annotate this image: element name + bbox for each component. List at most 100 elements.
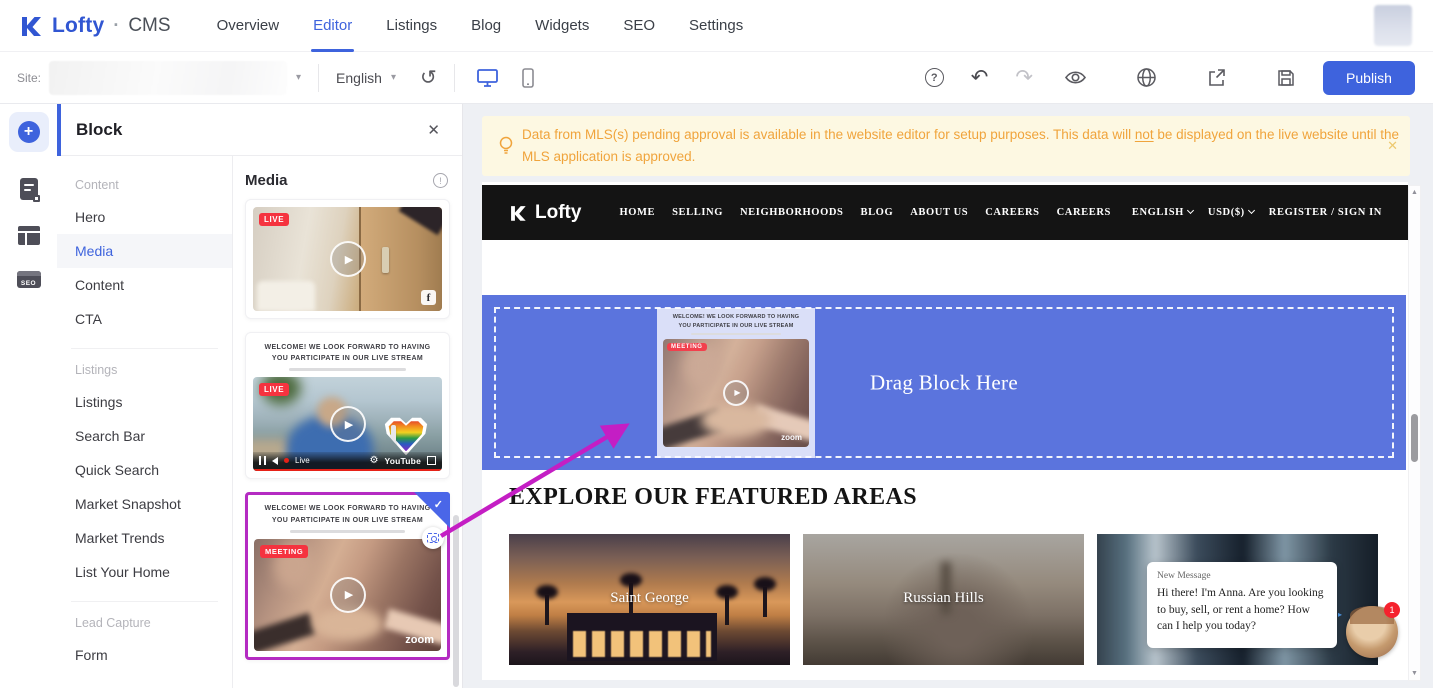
scrollbar-thumb[interactable]: [1411, 414, 1418, 462]
mobile-view-icon[interactable]: [521, 67, 535, 89]
media-list-title: Media: [245, 172, 288, 189]
block-item-market-trends[interactable]: Market Trends: [57, 521, 232, 555]
block-item-form[interactable]: Form: [57, 638, 232, 672]
preview-menu: HOME SELLING NEIGHBORHOODS BLOG ABOUT US…: [619, 207, 1111, 218]
redo-icon[interactable]: ↷: [1015, 65, 1033, 90]
play-icon: ▶: [330, 577, 366, 613]
pages-icon[interactable]: [17, 178, 41, 200]
tab-seo[interactable]: SEO: [623, 0, 655, 52]
thumbnail-image: LIVE ▶ f: [253, 207, 442, 311]
add-block-button[interactable]: +: [9, 112, 49, 152]
scroll-down-icon[interactable]: ▼: [1409, 670, 1420, 677]
close-icon[interactable]: ✕: [427, 121, 440, 139]
preview-language-selector[interactable]: ENGLISH: [1132, 207, 1193, 218]
preview-nav-right: ENGLISH USD($) REGISTER / SIGN IN: [1132, 207, 1382, 218]
lofty-logo-icon: [18, 13, 44, 39]
preview-scrollbar[interactable]: ▲ ▼: [1408, 185, 1421, 681]
seo-tool-icon[interactable]: SEO: [17, 271, 41, 288]
live-badge: LIVE: [259, 383, 289, 396]
block-item-media[interactable]: Media: [57, 234, 232, 268]
area-card-russian-hills[interactable]: Russian Hills: [803, 534, 1084, 665]
divider: [318, 64, 319, 92]
thumbnail-subtext-blurred: [290, 530, 406, 533]
meeting-badge: MEETING: [260, 545, 308, 558]
menu-blog[interactable]: BLOG: [860, 207, 893, 218]
menu-neighborhoods[interactable]: NEIGHBORHOODS: [740, 207, 843, 218]
thumbnail-headline: WELCOME! WE LOOK FORWARD TO HAVING YOU P…: [254, 501, 441, 525]
section-label-lead-capture: Lead Capture: [57, 606, 232, 638]
selected-corner: [414, 492, 450, 528]
desktop-view-icon[interactable]: [476, 67, 499, 88]
tab-settings[interactable]: Settings: [689, 0, 743, 52]
banner-text: Data from MLS(s) pending approval is ava…: [522, 124, 1402, 169]
chat-pointer-icon: ▸: [1338, 610, 1342, 619]
layout-template-icon[interactable]: [17, 226, 41, 245]
block-item-list-your-home[interactable]: List Your Home: [57, 555, 232, 589]
pause-icon[interactable]: [259, 456, 266, 465]
language-selector[interactable]: English: [336, 70, 382, 86]
media-list-scrollbar[interactable]: [453, 515, 459, 687]
featured-areas-heading: EXPLORE OUR FEATURED AREAS: [509, 484, 917, 511]
website-preview: Lofty HOME SELLING NEIGHBORHOODS BLOG AB…: [482, 182, 1408, 680]
preview-eye-icon[interactable]: [1064, 69, 1087, 86]
chevron-down-icon[interactable]: ▾: [296, 72, 301, 83]
toolbar-right-group: ? ↶ ↷ Publish: [925, 61, 1433, 95]
drag-block-dropzone[interactable]: Drag Block Here WELCOME! WE LOOK FORWARD…: [482, 295, 1406, 470]
fullscreen-icon[interactable]: [427, 456, 436, 465]
media-thumbnail-facebook-live[interactable]: LIVE ▶ f: [245, 199, 450, 319]
history-icon[interactable]: ↺: [420, 68, 437, 88]
editor-toolbar: Site: ▾ English ▾ ↺ ? ↶ ↷: [0, 52, 1433, 104]
media-block-list: Media ! LIVE ▶ f WELCOME! WE LOOK FORWAR…: [233, 156, 462, 688]
site-selector-blurred[interactable]: [49, 61, 287, 95]
scroll-up-icon[interactable]: ▲: [1409, 189, 1420, 196]
block-category-list: Content Hero Media Content CTA Listings …: [57, 156, 233, 688]
info-icon[interactable]: !: [433, 173, 448, 188]
tab-blog[interactable]: Blog: [471, 0, 501, 52]
block-item-quick-search[interactable]: Quick Search: [57, 453, 232, 487]
check-icon: ✓: [434, 498, 443, 511]
volume-icon[interactable]: [272, 457, 278, 465]
gear-icon[interactable]: ⚙: [370, 456, 379, 466]
divider: [454, 64, 455, 92]
block-item-cta[interactable]: CTA: [57, 302, 232, 336]
close-icon[interactable]: ✕: [1387, 138, 1398, 154]
block-item-hero[interactable]: Hero: [57, 200, 232, 234]
area-label: Russian Hills: [803, 590, 1084, 607]
area-label: Saint George: [509, 590, 790, 607]
lightbulb-icon: [498, 136, 514, 156]
share-export-icon[interactable]: [1206, 67, 1227, 88]
mls-warning-banner: Data from MLS(s) pending approval is ava…: [482, 116, 1410, 176]
youtube-player-controls: Live ⚙ YouTube: [253, 452, 442, 471]
area-card-saint-george[interactable]: Saint George: [509, 534, 790, 665]
menu-home[interactable]: HOME: [619, 207, 655, 218]
globe-icon[interactable]: [1136, 67, 1157, 88]
save-icon[interactable]: [1276, 68, 1296, 88]
media-list-header: Media !: [233, 156, 462, 199]
tab-widgets[interactable]: Widgets: [535, 0, 589, 52]
preview-currency-selector[interactable]: USD($): [1208, 207, 1254, 218]
facebook-icon: f: [421, 290, 436, 305]
menu-selling[interactable]: SELLING: [672, 207, 723, 218]
user-avatar[interactable]: [1374, 5, 1412, 46]
tab-listings[interactable]: Listings: [386, 0, 437, 52]
menu-careers-2[interactable]: CAREERS: [1057, 207, 1111, 218]
menu-careers[interactable]: CAREERS: [985, 207, 1039, 218]
chevron-down-icon[interactable]: ▾: [391, 72, 396, 83]
tab-overview[interactable]: Overview: [217, 0, 280, 52]
block-item-search-bar[interactable]: Search Bar: [57, 419, 232, 453]
ghost-image: MEETING ▶ zoom: [663, 339, 809, 447]
menu-about-us[interactable]: ABOUT US: [910, 207, 968, 218]
chat-title: New Message: [1157, 571, 1327, 581]
block-item-listings[interactable]: Listings: [57, 385, 232, 419]
undo-icon[interactable]: ↶: [971, 65, 989, 90]
block-item-content[interactable]: Content: [57, 268, 232, 302]
media-thumbnail-zoom-meeting-selected[interactable]: ✓ WELCOME! WE LOOK FORWARD TO HAVING YOU…: [245, 492, 450, 659]
media-thumbnail-youtube-live[interactable]: WELCOME! WE LOOK FORWARD TO HAVING YOU P…: [245, 332, 450, 479]
tab-editor[interactable]: Editor: [313, 0, 352, 52]
block-item-market-snapshot[interactable]: Market Snapshot: [57, 487, 232, 521]
publish-button[interactable]: Publish: [1323, 61, 1415, 95]
block-panel-header: Block ✕: [57, 104, 462, 156]
help-icon[interactable]: ?: [925, 68, 944, 87]
register-signin-link[interactable]: REGISTER / SIGN IN: [1269, 207, 1382, 218]
chat-widget-message[interactable]: New Message Hi there! I'm Anna. Are you …: [1147, 562, 1337, 648]
